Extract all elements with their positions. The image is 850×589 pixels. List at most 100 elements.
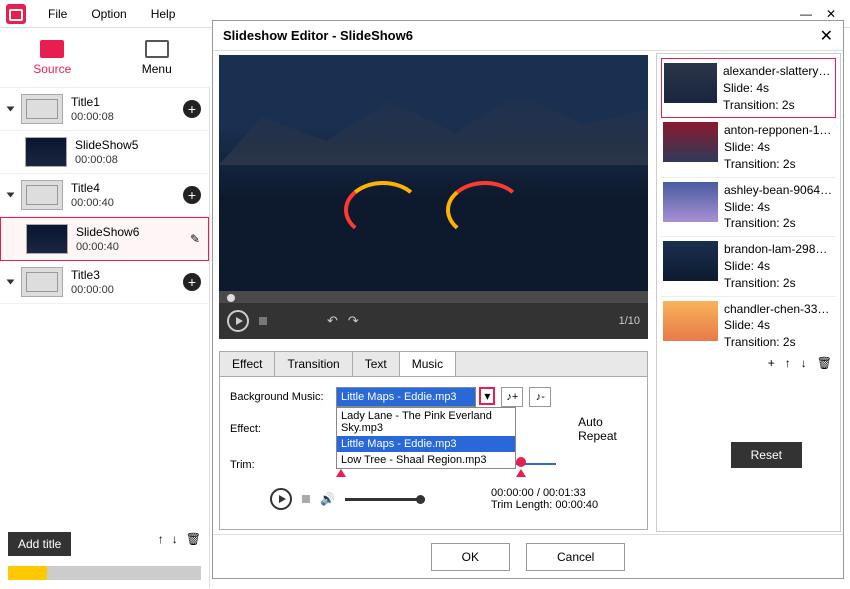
up-icon[interactable]: ↑ (158, 532, 164, 546)
item-title: SlideShow5 (75, 138, 201, 152)
slide-transition: Transition: 2s (724, 156, 834, 173)
rotate-right-icon[interactable]: ↷ (348, 313, 359, 329)
slide-thumbnail (663, 241, 718, 281)
slide-item[interactable]: alexander-slattery-3...Slide: 4sTransiti… (661, 58, 836, 118)
menu-icon (145, 40, 169, 58)
add-button[interactable]: + (183, 100, 201, 118)
trim-label: Trim: (230, 459, 330, 471)
combo-dropdown-button[interactable]: ▾ (479, 387, 495, 405)
slide-thumbnail (663, 122, 718, 162)
slide-filename: anton-repponen-10... (724, 122, 834, 139)
trim-end-marker[interactable] (516, 469, 526, 477)
sidebar: Source Menu Title100:00:08+SlideShow500:… (0, 28, 210, 588)
slide-duration: Slide: 4s (723, 80, 833, 97)
slide-up-icon[interactable]: ↑ (785, 356, 791, 370)
slide-item[interactable]: brandon-lam-29892...Slide: 4sTransition:… (661, 237, 836, 296)
reset-button[interactable]: Reset (731, 442, 802, 468)
item-duration: 00:00:40 (76, 241, 182, 253)
slide-transition: Transition: 2s (724, 334, 834, 348)
item-duration: 00:00:40 (71, 197, 175, 209)
menu-help[interactable]: Help (139, 7, 188, 21)
tab-menu[interactable]: Menu (105, 28, 210, 87)
music-option[interactable]: Lady Lane - The Pink Everland Sky.mp3 (337, 408, 515, 436)
minimize-icon[interactable]: — (800, 7, 818, 21)
slide-thumbnail (663, 301, 718, 341)
list-item[interactable]: SlideShow6 00:00:40 ✎ (0, 217, 209, 261)
tab-source[interactable]: Source (0, 28, 105, 87)
slide-duration: Slide: 4s (724, 258, 834, 275)
tab-transition[interactable]: Transition (275, 352, 352, 376)
trim-start-marker[interactable] (336, 469, 346, 477)
trim-stop-button[interactable] (302, 495, 310, 503)
expand-icon[interactable] (7, 280, 15, 285)
volume-slider[interactable] (345, 498, 425, 501)
delete-slide-icon[interactable]: 🗑 (817, 356, 832, 370)
add-slide-icon[interactable]: + (768, 356, 775, 370)
trim-end-handle[interactable] (516, 457, 526, 467)
slide-item[interactable]: ashley-bean-90641-...Slide: 4sTransition… (661, 178, 836, 237)
item-duration: 00:00:08 (75, 154, 201, 166)
tab-music[interactable]: Music (400, 352, 456, 376)
slides-panel: alexander-slattery-3...Slide: 4sTransiti… (661, 58, 836, 348)
volume-icon[interactable]: 🔊 (320, 492, 335, 506)
music-option[interactable]: Low Tree - Shaal Region.mp3 (337, 452, 515, 468)
music-option[interactable]: Little Maps - Eddie.mp3 (337, 436, 515, 452)
menu-file[interactable]: File (36, 7, 79, 21)
item-title: Title4 (71, 181, 175, 195)
bg-music-dropdown: Lady Lane - The Pink Everland Sky.mp3Lit… (336, 407, 516, 469)
preview-image (219, 55, 648, 291)
add-music-button[interactable]: ♪+ (501, 387, 523, 407)
preview-area: ↶ ↷ 1/10 (219, 55, 648, 339)
cancel-button[interactable]: Cancel (526, 543, 625, 571)
close-dialog-button[interactable]: ✕ (820, 26, 833, 46)
ok-button[interactable]: OK (431, 543, 510, 571)
slide-duration: Slide: 4s (724, 139, 834, 156)
app-logo-icon (6, 4, 26, 24)
thumbnail (26, 224, 68, 254)
down-icon[interactable]: ↓ (172, 532, 178, 546)
effect-label: Effect: (230, 423, 330, 435)
slide-item[interactable]: anton-repponen-10...Slide: 4sTransition:… (661, 118, 836, 177)
slide-filename: ashley-bean-90641-... (724, 182, 834, 199)
auto-repeat-label: Auto Repeat (578, 415, 637, 443)
slide-down-icon[interactable]: ↓ (801, 356, 807, 370)
list-item[interactable]: Title100:00:08+ (0, 88, 209, 131)
expand-icon[interactable] (7, 107, 15, 112)
slide-filename: chandler-chen-3333... (724, 301, 834, 318)
tab-text[interactable]: Text (353, 352, 400, 376)
list-item[interactable]: SlideShow5 00:00:08 (0, 131, 209, 174)
play-button[interactable] (227, 310, 249, 332)
add-button[interactable]: + (183, 186, 201, 204)
slide-item[interactable]: chandler-chen-3333...Slide: 4sTransition… (661, 297, 836, 348)
rotate-left-icon[interactable]: ↶ (327, 313, 338, 329)
add-title-button[interactable]: Add title (8, 532, 71, 556)
thumbnail (21, 94, 63, 124)
tab-source-label: Source (33, 62, 71, 76)
expand-icon[interactable] (7, 193, 15, 198)
list-item[interactable]: Title300:00:00+ (0, 261, 209, 304)
source-icon (40, 40, 64, 58)
add-button[interactable]: + (183, 273, 201, 291)
bg-music-combo[interactable] (336, 387, 476, 407)
trim-play-button[interactable] (270, 488, 292, 510)
slide-filename: brandon-lam-29892... (724, 241, 834, 258)
tab-effect[interactable]: Effect (220, 352, 275, 376)
menu-option[interactable]: Option (79, 7, 138, 21)
bg-music-label: Background Music: (230, 391, 330, 403)
timeline-bar[interactable] (8, 566, 201, 580)
list-item[interactable]: Title4 00:00:40 + (0, 174, 209, 217)
item-title: Title1 (71, 95, 175, 109)
scrubber[interactable] (219, 291, 648, 303)
trash-icon[interactable]: 🗑 (186, 532, 201, 546)
slide-counter: 1/10 (619, 315, 640, 327)
source-list: Title100:00:08+ SlideShow5 00:00:08 Title4 0… (0, 88, 209, 524)
edit-icon[interactable]: ✎ (190, 232, 200, 246)
thumbnail (21, 267, 63, 297)
item-title: SlideShow6 (76, 225, 182, 239)
thumbnail (21, 180, 63, 210)
tab-menu-label: Menu (142, 62, 172, 76)
remove-music-button[interactable]: ♪- (529, 387, 551, 407)
stop-button[interactable] (259, 317, 267, 325)
trim-time: 00:00:00 / 00:01:33 (491, 487, 598, 499)
close-icon[interactable]: ✕ (826, 7, 844, 21)
